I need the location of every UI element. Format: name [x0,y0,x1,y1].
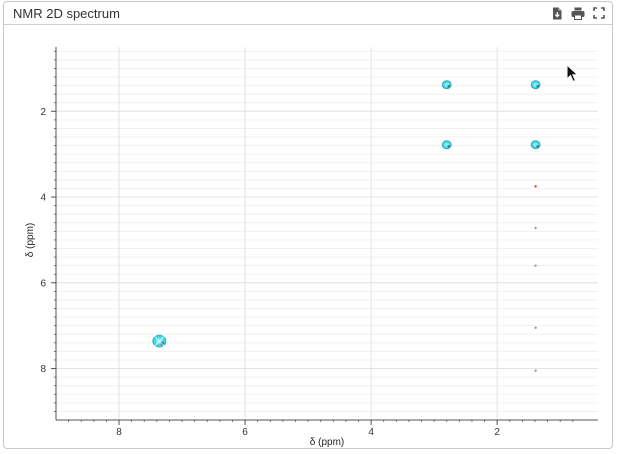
x-tick-label: 4 [368,427,374,438]
y-tick-label: 4 [40,193,46,204]
fullscreen-icon[interactable] [592,6,606,20]
x-axis-label: δ (ppm) [310,437,344,448]
export-icon[interactable] [550,6,564,20]
cross-peak-dot[interactable] [534,264,537,267]
cross-peak-dot[interactable] [534,226,537,230]
panel-toolbar [550,6,606,20]
nmr-2d-plot[interactable]: 8 6 4 2 2 4 6 8 δ (ppm) δ (ppm) [0,23,620,454]
x-tick-label: 2 [494,427,500,438]
cross-peak-dot[interactable] [534,326,537,330]
x-tick-label: 8 [116,427,122,438]
mouse-cursor-icon [566,64,579,83]
cross-peak[interactable] [152,334,167,348]
panel-header: NMR 2D spectrum [4,2,612,25]
cross-peak[interactable] [530,80,541,90]
cross-peak[interactable] [441,80,452,90]
y-tick-label: 6 [40,278,46,289]
cross-peak[interactable] [530,140,541,150]
print-icon[interactable] [571,6,585,20]
cross-peak[interactable] [441,140,452,150]
y-tick-label: 2 [40,107,46,118]
y-axis-label: δ (ppm) [25,223,36,257]
cross-peak-dot[interactable] [534,369,537,372]
x-tick-label: 6 [242,427,248,438]
cross-peak-dot[interactable] [534,185,537,188]
panel-title: NMR 2D spectrum [13,5,120,21]
y-tick-label: 8 [40,364,46,375]
